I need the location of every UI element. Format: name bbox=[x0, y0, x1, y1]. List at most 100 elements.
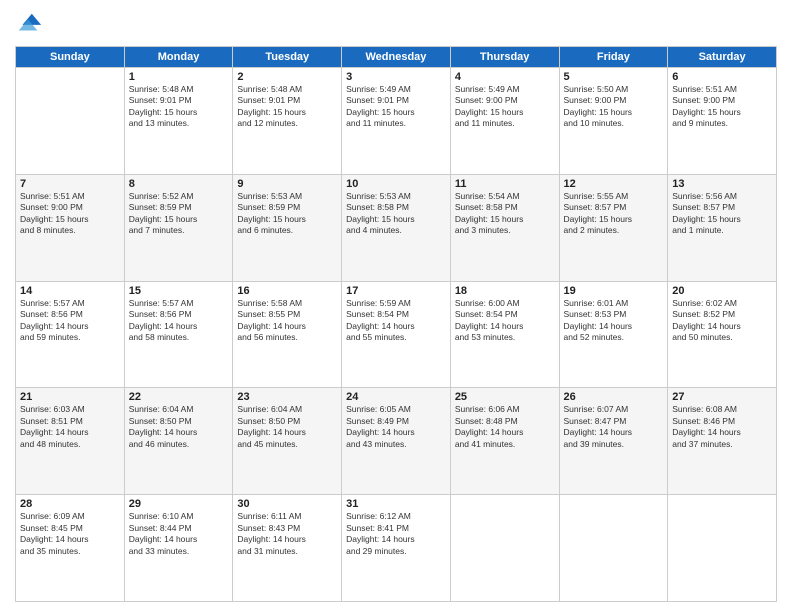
cell-info: Sunrise: 5:57 AM Sunset: 8:56 PM Dayligh… bbox=[20, 298, 120, 344]
cell-date: 12 bbox=[564, 178, 664, 190]
calendar-cell: 31Sunrise: 6:12 AM Sunset: 8:41 PM Dayli… bbox=[342, 495, 451, 602]
cell-info: Sunrise: 6:01 AM Sunset: 8:53 PM Dayligh… bbox=[564, 298, 664, 344]
cell-info: Sunrise: 5:49 AM Sunset: 9:00 PM Dayligh… bbox=[455, 84, 555, 130]
col-header-friday: Friday bbox=[559, 47, 668, 68]
cell-date: 23 bbox=[237, 391, 337, 403]
cell-info: Sunrise: 5:52 AM Sunset: 8:59 PM Dayligh… bbox=[129, 191, 229, 237]
cell-info: Sunrise: 6:04 AM Sunset: 8:50 PM Dayligh… bbox=[237, 404, 337, 450]
calendar-cell: 29Sunrise: 6:10 AM Sunset: 8:44 PM Dayli… bbox=[124, 495, 233, 602]
calendar-cell: 7Sunrise: 5:51 AM Sunset: 9:00 PM Daylig… bbox=[16, 174, 125, 281]
calendar-cell: 3Sunrise: 5:49 AM Sunset: 9:01 PM Daylig… bbox=[342, 68, 451, 175]
cell-date: 5 bbox=[564, 71, 664, 83]
cell-date: 27 bbox=[672, 391, 772, 403]
cell-info: Sunrise: 6:04 AM Sunset: 8:50 PM Dayligh… bbox=[129, 404, 229, 450]
cell-info: Sunrise: 6:06 AM Sunset: 8:48 PM Dayligh… bbox=[455, 404, 555, 450]
cell-date: 8 bbox=[129, 178, 229, 190]
cell-date: 7 bbox=[20, 178, 120, 190]
calendar-cell: 21Sunrise: 6:03 AM Sunset: 8:51 PM Dayli… bbox=[16, 388, 125, 495]
logo-icon bbox=[15, 10, 43, 38]
week-row-3: 14Sunrise: 5:57 AM Sunset: 8:56 PM Dayli… bbox=[16, 281, 777, 388]
calendar-page: SundayMondayTuesdayWednesdayThursdayFrid… bbox=[0, 0, 792, 612]
calendar-cell: 22Sunrise: 6:04 AM Sunset: 8:50 PM Dayli… bbox=[124, 388, 233, 495]
cell-date: 15 bbox=[129, 285, 229, 297]
calendar-cell bbox=[16, 68, 125, 175]
calendar-cell: 26Sunrise: 6:07 AM Sunset: 8:47 PM Dayli… bbox=[559, 388, 668, 495]
calendar-cell: 11Sunrise: 5:54 AM Sunset: 8:58 PM Dayli… bbox=[450, 174, 559, 281]
col-header-sunday: Sunday bbox=[16, 47, 125, 68]
cell-date: 31 bbox=[346, 498, 446, 510]
calendar-cell: 10Sunrise: 5:53 AM Sunset: 8:58 PM Dayli… bbox=[342, 174, 451, 281]
cell-date: 20 bbox=[672, 285, 772, 297]
calendar-cell: 9Sunrise: 5:53 AM Sunset: 8:59 PM Daylig… bbox=[233, 174, 342, 281]
calendar-table: SundayMondayTuesdayWednesdayThursdayFrid… bbox=[15, 46, 777, 602]
cell-info: Sunrise: 5:48 AM Sunset: 9:01 PM Dayligh… bbox=[237, 84, 337, 130]
cell-date: 4 bbox=[455, 71, 555, 83]
calendar-cell bbox=[559, 495, 668, 602]
cell-info: Sunrise: 5:48 AM Sunset: 9:01 PM Dayligh… bbox=[129, 84, 229, 130]
cell-info: Sunrise: 6:00 AM Sunset: 8:54 PM Dayligh… bbox=[455, 298, 555, 344]
cell-date: 22 bbox=[129, 391, 229, 403]
cell-date: 19 bbox=[564, 285, 664, 297]
calendar-cell: 25Sunrise: 6:06 AM Sunset: 8:48 PM Dayli… bbox=[450, 388, 559, 495]
calendar-cell: 6Sunrise: 5:51 AM Sunset: 9:00 PM Daylig… bbox=[668, 68, 777, 175]
header-row: SundayMondayTuesdayWednesdayThursdayFrid… bbox=[16, 47, 777, 68]
cell-date: 24 bbox=[346, 391, 446, 403]
calendar-cell: 14Sunrise: 5:57 AM Sunset: 8:56 PM Dayli… bbox=[16, 281, 125, 388]
cell-date: 6 bbox=[672, 71, 772, 83]
cell-date: 1 bbox=[129, 71, 229, 83]
calendar-cell: 23Sunrise: 6:04 AM Sunset: 8:50 PM Dayli… bbox=[233, 388, 342, 495]
week-row-5: 28Sunrise: 6:09 AM Sunset: 8:45 PM Dayli… bbox=[16, 495, 777, 602]
week-row-2: 7Sunrise: 5:51 AM Sunset: 9:00 PM Daylig… bbox=[16, 174, 777, 281]
cell-info: Sunrise: 6:10 AM Sunset: 8:44 PM Dayligh… bbox=[129, 511, 229, 557]
cell-info: Sunrise: 6:02 AM Sunset: 8:52 PM Dayligh… bbox=[672, 298, 772, 344]
cell-date: 21 bbox=[20, 391, 120, 403]
cell-info: Sunrise: 5:55 AM Sunset: 8:57 PM Dayligh… bbox=[564, 191, 664, 237]
cell-date: 17 bbox=[346, 285, 446, 297]
calendar-cell: 24Sunrise: 6:05 AM Sunset: 8:49 PM Dayli… bbox=[342, 388, 451, 495]
cell-date: 28 bbox=[20, 498, 120, 510]
cell-date: 10 bbox=[346, 178, 446, 190]
cell-date: 3 bbox=[346, 71, 446, 83]
week-row-1: 1Sunrise: 5:48 AM Sunset: 9:01 PM Daylig… bbox=[16, 68, 777, 175]
cell-info: Sunrise: 6:12 AM Sunset: 8:41 PM Dayligh… bbox=[346, 511, 446, 557]
cell-info: Sunrise: 5:53 AM Sunset: 8:58 PM Dayligh… bbox=[346, 191, 446, 237]
cell-info: Sunrise: 5:51 AM Sunset: 9:00 PM Dayligh… bbox=[20, 191, 120, 237]
col-header-thursday: Thursday bbox=[450, 47, 559, 68]
calendar-cell: 27Sunrise: 6:08 AM Sunset: 8:46 PM Dayli… bbox=[668, 388, 777, 495]
calendar-cell: 8Sunrise: 5:52 AM Sunset: 8:59 PM Daylig… bbox=[124, 174, 233, 281]
cell-date: 9 bbox=[237, 178, 337, 190]
calendar-cell: 5Sunrise: 5:50 AM Sunset: 9:00 PM Daylig… bbox=[559, 68, 668, 175]
cell-info: Sunrise: 6:07 AM Sunset: 8:47 PM Dayligh… bbox=[564, 404, 664, 450]
cell-info: Sunrise: 5:59 AM Sunset: 8:54 PM Dayligh… bbox=[346, 298, 446, 344]
calendar-cell: 16Sunrise: 5:58 AM Sunset: 8:55 PM Dayli… bbox=[233, 281, 342, 388]
cell-date: 13 bbox=[672, 178, 772, 190]
cell-date: 14 bbox=[20, 285, 120, 297]
calendar-cell: 19Sunrise: 6:01 AM Sunset: 8:53 PM Dayli… bbox=[559, 281, 668, 388]
calendar-cell: 2Sunrise: 5:48 AM Sunset: 9:01 PM Daylig… bbox=[233, 68, 342, 175]
cell-info: Sunrise: 5:53 AM Sunset: 8:59 PM Dayligh… bbox=[237, 191, 337, 237]
calendar-cell: 28Sunrise: 6:09 AM Sunset: 8:45 PM Dayli… bbox=[16, 495, 125, 602]
col-header-saturday: Saturday bbox=[668, 47, 777, 68]
cell-date: 2 bbox=[237, 71, 337, 83]
cell-date: 16 bbox=[237, 285, 337, 297]
cell-info: Sunrise: 6:03 AM Sunset: 8:51 PM Dayligh… bbox=[20, 404, 120, 450]
cell-info: Sunrise: 5:54 AM Sunset: 8:58 PM Dayligh… bbox=[455, 191, 555, 237]
calendar-cell: 20Sunrise: 6:02 AM Sunset: 8:52 PM Dayli… bbox=[668, 281, 777, 388]
calendar-cell: 15Sunrise: 5:57 AM Sunset: 8:56 PM Dayli… bbox=[124, 281, 233, 388]
col-header-wednesday: Wednesday bbox=[342, 47, 451, 68]
cell-info: Sunrise: 5:49 AM Sunset: 9:01 PM Dayligh… bbox=[346, 84, 446, 130]
cell-info: Sunrise: 6:11 AM Sunset: 8:43 PM Dayligh… bbox=[237, 511, 337, 557]
calendar-cell: 13Sunrise: 5:56 AM Sunset: 8:57 PM Dayli… bbox=[668, 174, 777, 281]
calendar-cell: 18Sunrise: 6:00 AM Sunset: 8:54 PM Dayli… bbox=[450, 281, 559, 388]
cell-date: 29 bbox=[129, 498, 229, 510]
cell-info: Sunrise: 6:08 AM Sunset: 8:46 PM Dayligh… bbox=[672, 404, 772, 450]
cell-info: Sunrise: 5:50 AM Sunset: 9:00 PM Dayligh… bbox=[564, 84, 664, 130]
page-header bbox=[15, 10, 777, 38]
logo bbox=[15, 10, 47, 38]
cell-info: Sunrise: 6:05 AM Sunset: 8:49 PM Dayligh… bbox=[346, 404, 446, 450]
calendar-cell: 12Sunrise: 5:55 AM Sunset: 8:57 PM Dayli… bbox=[559, 174, 668, 281]
cell-date: 25 bbox=[455, 391, 555, 403]
cell-date: 18 bbox=[455, 285, 555, 297]
cell-info: Sunrise: 5:56 AM Sunset: 8:57 PM Dayligh… bbox=[672, 191, 772, 237]
calendar-cell: 30Sunrise: 6:11 AM Sunset: 8:43 PM Dayli… bbox=[233, 495, 342, 602]
